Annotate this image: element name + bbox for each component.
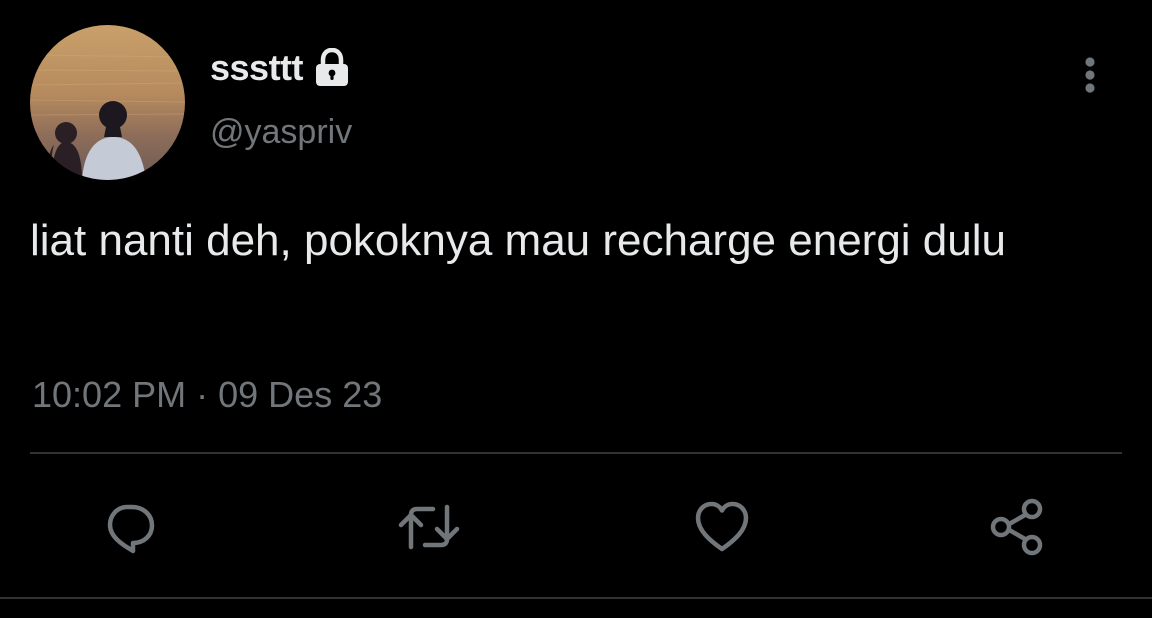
- more-vertical-icon: [1085, 57, 1095, 93]
- tweet-detail: sssttt @yaspriv liat nanti deh, pokoknya…: [0, 0, 1152, 618]
- share-button[interactable]: [985, 495, 1049, 559]
- divider: [30, 452, 1122, 454]
- avatar[interactable]: [30, 25, 185, 180]
- like-button[interactable]: [690, 495, 754, 559]
- display-name-row: sssttt: [210, 46, 351, 90]
- tweet-time: 10:02 PM: [32, 374, 187, 415]
- tweet-date: 09 Des 23: [218, 374, 383, 415]
- tweet-timestamp[interactable]: 10:02 PM · 09 Des 23: [32, 374, 382, 416]
- lock-icon: [313, 47, 351, 88]
- retweet-icon: [398, 504, 460, 550]
- comment-icon: [107, 504, 155, 554]
- retweet-button[interactable]: [397, 495, 461, 559]
- meta-separator: ·: [196, 374, 209, 415]
- reply-button[interactable]: [97, 495, 161, 559]
- avatar-image: [30, 25, 185, 180]
- share-icon: [990, 498, 1043, 556]
- tweet-text: liat nanti deh, pokoknya mau recharge en…: [30, 216, 1006, 265]
- display-name[interactable]: sssttt: [210, 47, 304, 89]
- more-options-button[interactable]: [1072, 52, 1108, 98]
- bottom-divider: [0, 597, 1152, 599]
- user-handle[interactable]: @yaspriv: [210, 113, 352, 152]
- heart-icon: [695, 501, 749, 552]
